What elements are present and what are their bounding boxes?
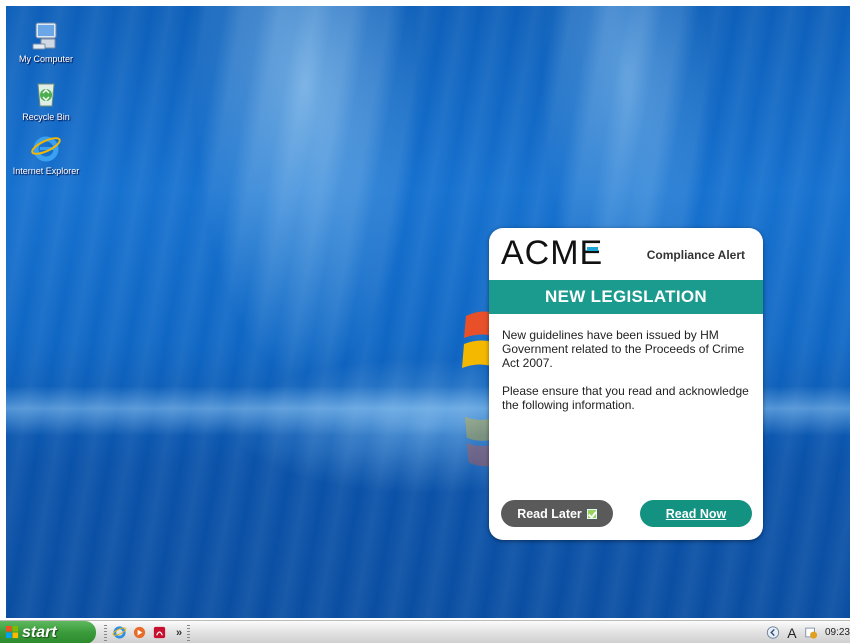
alert-actions: Read Later Read Now xyxy=(489,500,763,528)
taskbar: start » A 09:23 xyxy=(0,620,850,643)
toolbar-grip[interactable] xyxy=(104,624,107,641)
system-tray: A 09:23 xyxy=(758,621,850,643)
internet-explorer-icon xyxy=(31,136,61,162)
language-indicator-icon[interactable]: A xyxy=(785,625,799,641)
start-button[interactable]: start xyxy=(0,621,96,643)
acme-logo: ACME xyxy=(501,234,604,272)
read-later-label: Read Later xyxy=(517,506,582,521)
tray-collapse-icon[interactable] xyxy=(766,625,780,640)
read-later-button[interactable]: Read Later xyxy=(501,500,613,527)
alert-banner: NEW LEGISLATION xyxy=(489,280,763,314)
desktop-icon-internet-explorer[interactable]: Internet Explorer xyxy=(11,132,81,176)
internet-explorer-icon[interactable] xyxy=(112,625,127,640)
desktop-icon-label: My Computer xyxy=(18,54,73,64)
alert-label: Compliance Alert xyxy=(646,248,745,262)
checkbox-icon xyxy=(586,508,597,519)
start-label: start xyxy=(22,623,57,641)
clock: 09:23 xyxy=(824,627,850,638)
alert-header: ACME Compliance Alert xyxy=(489,228,763,280)
media-player-icon[interactable] xyxy=(132,625,147,640)
acme-logo-accent xyxy=(587,247,598,251)
read-now-button[interactable]: Read Now xyxy=(640,500,752,527)
alert-body: New guidelines have been issued by HM Go… xyxy=(489,314,763,412)
alert-paragraph: Please ensure that you read and acknowle… xyxy=(502,384,749,412)
quick-launch-more-chevron-icon[interactable]: » xyxy=(176,627,182,639)
desktop-icon-label: Internet Explorer xyxy=(12,166,80,176)
computer-icon xyxy=(32,22,57,50)
recycle-bin-icon xyxy=(37,83,55,107)
desktop-icon-label: Recycle Bin xyxy=(22,112,70,122)
alert-paragraph: New guidelines have been issued by HM Go… xyxy=(502,328,745,370)
windows-flag-icon xyxy=(6,626,19,639)
desktop-icon-my-computer[interactable]: My Computer xyxy=(11,20,81,64)
compliance-alert-popup: ACME Compliance Alert NEW LEGISLATION Ne… xyxy=(489,228,763,540)
desktop-icon-recycle-bin[interactable]: Recycle Bin xyxy=(11,78,81,122)
quick-launch: » xyxy=(104,624,191,641)
pdf-reader-icon[interactable] xyxy=(152,625,167,640)
notification-icon[interactable] xyxy=(804,625,818,640)
toolbar-grip[interactable] xyxy=(187,624,191,641)
